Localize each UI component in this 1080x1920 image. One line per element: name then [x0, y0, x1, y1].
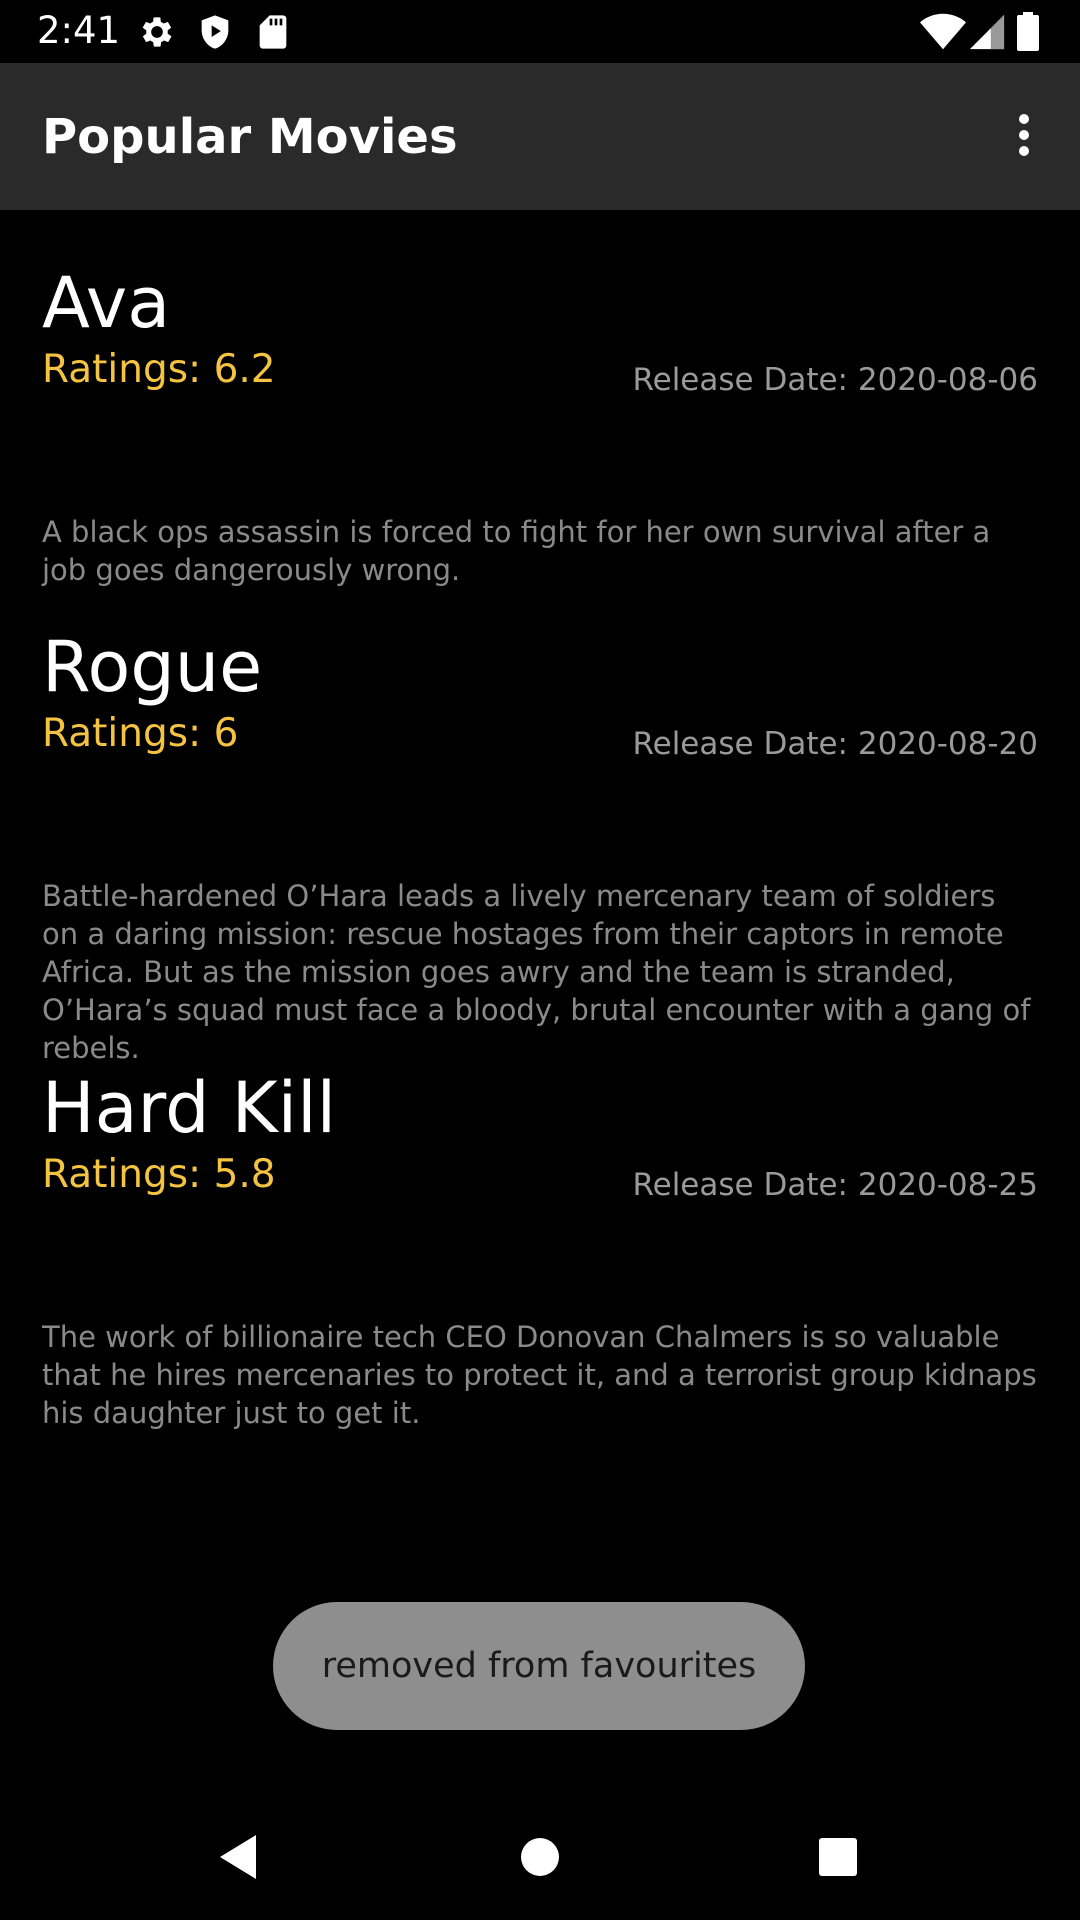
movie-overview: The work of billionaire tech CEO Donovan… [42, 1320, 1037, 1430]
home-icon [520, 1837, 560, 1882]
status-bar: 2:41 [0, 0, 1080, 63]
movie-title: Ava [42, 262, 171, 344]
wifi-icon [920, 12, 966, 52]
movie-rating: Ratings: 5.8 [42, 1152, 276, 1197]
app-bar: Popular Movies [0, 63, 1080, 210]
recents-icon [818, 1837, 858, 1882]
recents-button[interactable] [793, 1814, 883, 1904]
movie-overview: Battle-hardened O’Hara leads a lively me… [42, 879, 1031, 1065]
page-title: Popular Movies [42, 109, 458, 165]
movie-item[interactable]: Ava Ratings: 6.2 Release Date: 2020-08-0… [42, 260, 1038, 590]
movie-item[interactable]: Hard Kill Ratings: 5.8 Release Date: 202… [42, 1065, 1038, 1430]
home-button[interactable] [495, 1814, 585, 1904]
movie-overview: A black ops assassin is forced to fight … [42, 515, 991, 587]
back-icon [216, 1833, 260, 1886]
screen: 2:41 Popular Movies Ava Ratings: 6.2 Rel… [0, 0, 1080, 1920]
sd-card-icon [253, 12, 293, 52]
movie-rating: Ratings: 6 [42, 711, 239, 756]
overflow-menu-button[interactable] [968, 81, 1080, 193]
status-time: 2:41 [37, 9, 121, 52]
movie-release-date: Release Date: 2020-08-25 [632, 1167, 1038, 1203]
movie-item[interactable]: Rogue Ratings: 6 Release Date: 2020-08-2… [42, 624, 1038, 1065]
back-button[interactable] [193, 1814, 283, 1904]
more-vert-icon [1016, 111, 1032, 164]
movie-release-date: Release Date: 2020-08-06 [632, 362, 1038, 398]
signal-icon [968, 12, 1006, 52]
toast-message: removed from favourites [321, 1646, 757, 1686]
toast: removed from favourites [273, 1602, 805, 1730]
nav-bar [0, 1794, 1080, 1920]
shield-play-icon [195, 12, 235, 52]
movie-title: Rogue [42, 626, 263, 708]
movie-rating: Ratings: 6.2 [42, 347, 276, 392]
gear-icon [137, 12, 177, 52]
battery-icon [1016, 12, 1040, 52]
movie-title: Hard Kill [42, 1067, 337, 1149]
movie-release-date: Release Date: 2020-08-20 [632, 726, 1038, 762]
